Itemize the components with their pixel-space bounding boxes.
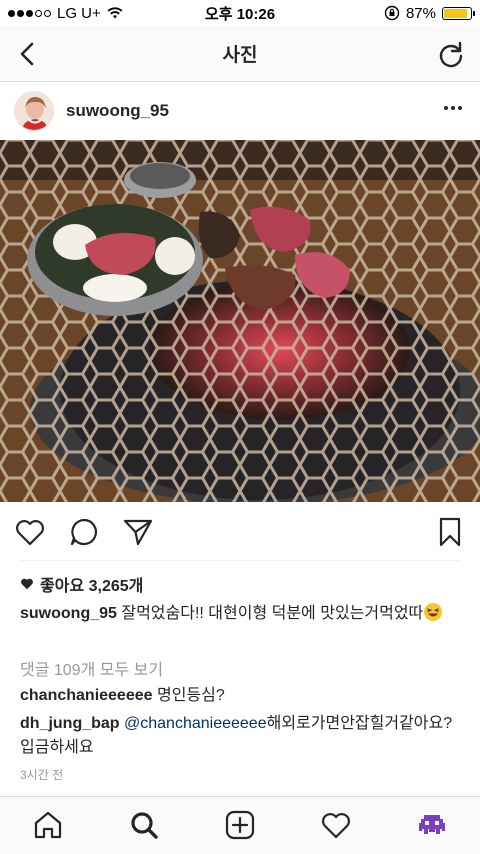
laughing-emoji-icon	[424, 603, 443, 621]
status-left: LG U+	[8, 5, 123, 22]
battery-percent: 87%	[405, 4, 436, 22]
comment-text: 명인등심?	[156, 687, 225, 704]
tab-bar	[0, 796, 480, 854]
profile-avatar-icon[interactable]	[416, 809, 448, 841]
rotation-lock-icon	[384, 5, 400, 21]
post-caption: suwoong_95 잘먹었숨다!! 대현이형 덕분에 맛있는거먹었따	[20, 602, 460, 626]
comment-username[interactable]: dh_jung_bap	[20, 715, 120, 732]
post-header: suwoong_95	[0, 82, 480, 140]
search-icon[interactable]	[128, 809, 160, 841]
grill-photo-image	[0, 140, 480, 502]
action-bar	[0, 502, 480, 560]
avatar[interactable]	[14, 91, 54, 131]
wifi-icon	[107, 7, 123, 19]
page-title: 사진	[222, 45, 258, 66]
share-send-icon[interactable]	[122, 516, 154, 548]
view-all-comments-link[interactable]: 댓글 109개 모두 보기	[20, 656, 163, 680]
nav-bar: 사진	[0, 26, 480, 82]
post-photo[interactable]	[0, 140, 480, 502]
caption-username[interactable]: suwoong_95	[20, 605, 117, 622]
divider	[20, 560, 460, 561]
likes-label: 좋아요 3,265개	[40, 578, 144, 595]
post-timestamp: 3시간 전	[20, 768, 64, 782]
activity-heart-icon[interactable]	[320, 809, 352, 841]
add-post-icon[interactable]	[224, 809, 256, 841]
like-heart-icon[interactable]	[14, 516, 46, 548]
comment-bubble-icon[interactable]	[68, 516, 100, 548]
comment-item: dh_jung_bap @chanchanieeeeee해외로가면안잡힐거같아요…	[20, 712, 460, 760]
home-icon[interactable]	[32, 809, 64, 841]
likes-count[interactable]: 좋아요 3,265개	[20, 572, 143, 596]
bookmark-icon[interactable]	[434, 516, 466, 548]
avatar-image	[15, 92, 53, 130]
battery-icon	[442, 6, 475, 20]
more-options-icon[interactable]	[444, 106, 462, 110]
status-bar: LG U+ 오후 10:26 87%	[0, 0, 480, 26]
comment-username[interactable]: chanchanieeeeee	[20, 687, 153, 704]
carrier-label: LG U+	[57, 4, 101, 22]
filled-heart-icon	[21, 578, 33, 590]
refresh-icon[interactable]	[436, 39, 466, 69]
comment-mention-link[interactable]: @chanchanieeeeee	[124, 715, 267, 732]
back-chevron-icon[interactable]	[14, 40, 42, 68]
comment-item: chanchanieeeeee 명인등심?	[20, 684, 460, 708]
battery-fill	[444, 8, 467, 18]
post-username[interactable]: suwoong_95	[66, 101, 169, 121]
signal-icon	[8, 9, 51, 17]
caption-text: 잘먹었숨다!! 대현이형 덕분에 맛있는거먹었따	[121, 605, 424, 622]
status-right: 87%	[384, 4, 475, 22]
